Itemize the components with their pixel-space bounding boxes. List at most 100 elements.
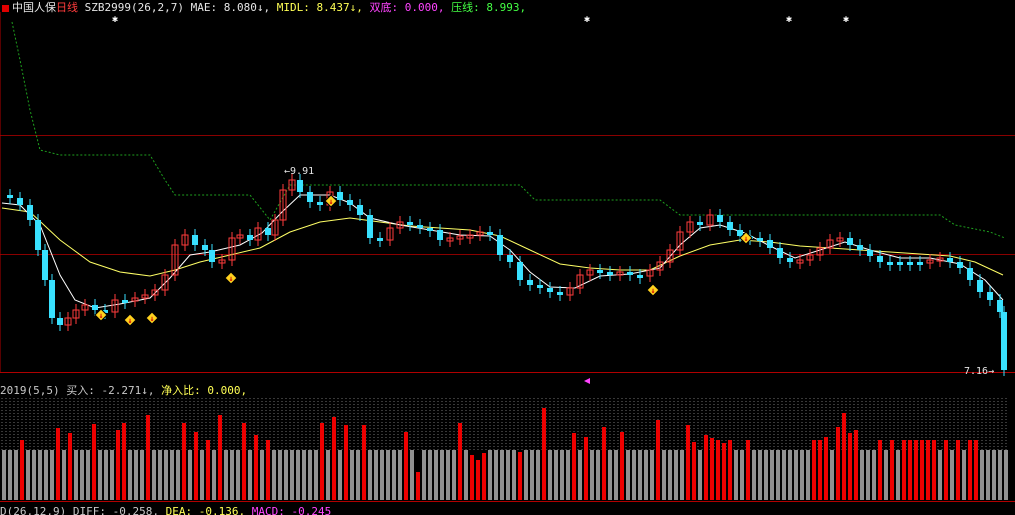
volume-bar: [722, 443, 726, 500]
volume-bar: [332, 417, 336, 500]
volume-bar: [104, 450, 108, 500]
candle-body: [49, 280, 55, 318]
volume-bar: [416, 472, 420, 500]
volume-bar: [530, 450, 534, 500]
volume-bar: [584, 437, 588, 500]
volume-bar: [632, 450, 636, 500]
volume-bar: [470, 455, 474, 500]
volume-bar: [350, 450, 354, 500]
candle-body: [957, 262, 963, 268]
volume-bar: [320, 423, 324, 500]
volume-bar: [68, 433, 72, 500]
volume-bar: [86, 450, 90, 500]
volume-bar: [560, 450, 564, 500]
candlestick-chart[interactable]: ✱ ✱ ✱ ✱ ↓ ↓ ↓ ↓ ↓ ↓ ↓: [0, 0, 1015, 515]
candle-body: [967, 268, 973, 280]
candle-body: [487, 232, 493, 235]
volume-bar: [284, 450, 288, 500]
low-price-label: 7.16→: [964, 366, 995, 377]
buy-signal-glyph: ↓: [229, 274, 234, 283]
volume-bar: [974, 440, 978, 500]
volume-bar: [356, 450, 360, 500]
volume-bar: [482, 453, 486, 500]
sub-indicator-name[interactable]: 2019(5,5): [0, 384, 60, 397]
candle-body: [337, 192, 343, 200]
volume-bar: [794, 450, 798, 500]
volume-bar: [302, 450, 306, 500]
candle-body: [42, 250, 48, 280]
volume-bar: [410, 450, 414, 500]
volume-bar: [650, 450, 654, 500]
volume-bar: [776, 450, 780, 500]
candle-body: [627, 272, 633, 275]
candle-body: [507, 255, 513, 262]
volume-bar: [536, 450, 540, 500]
volume-bar: [566, 450, 570, 500]
volume-bar: [62, 450, 66, 500]
volume-bar: [254, 435, 258, 500]
volume-bar: [434, 450, 438, 500]
volume-bar: [890, 440, 894, 500]
volume-bar: [770, 450, 774, 500]
volume-bar: [146, 415, 150, 500]
candle-body: [297, 180, 303, 192]
volume-bar: [896, 450, 900, 500]
candle-body: [767, 240, 773, 248]
volume-bar: [14, 450, 18, 500]
candle-body: [607, 272, 613, 275]
volume-bar: [188, 450, 192, 500]
volume-bar: [692, 442, 696, 500]
volume-bar: [488, 450, 492, 500]
volume-bar: [644, 450, 648, 500]
candle-body: [527, 280, 533, 285]
volume-bar: [620, 432, 624, 500]
candle-body: [92, 305, 98, 310]
volume-bar: [266, 440, 270, 500]
volume-bar: [476, 460, 480, 500]
candle-body: [417, 225, 423, 228]
volume-bar: [998, 450, 1002, 500]
candle-body: [737, 230, 743, 236]
candle-body: [317, 202, 323, 205]
candle-body: [597, 270, 603, 273]
volume-bar: [746, 440, 750, 500]
volume-bar: [134, 450, 138, 500]
volume-bar: [812, 440, 816, 500]
volume-bar: [2, 450, 6, 500]
volume-bar: [170, 450, 174, 500]
volume-bar: [710, 438, 714, 500]
macd-indicator-name[interactable]: D(26,12,9): [0, 505, 66, 515]
volume-bar: [176, 450, 180, 500]
volume-bar: [968, 440, 972, 500]
dea-value: -0.136: [198, 505, 239, 515]
volume-bar: [818, 440, 822, 500]
volume-bar: [908, 440, 912, 500]
volume-bar: [44, 450, 48, 500]
candle-body: [537, 285, 543, 288]
volume-bar: [674, 450, 678, 500]
candle-body: [897, 262, 903, 265]
volume-bar: [308, 450, 312, 500]
volume-bar: [206, 440, 210, 500]
volume-bar: [524, 450, 528, 500]
volume-bar: [668, 450, 672, 500]
buy-down-arrow-icon: ↓: [141, 384, 148, 397]
volume-bar: [272, 450, 276, 500]
volume-bar: [242, 423, 246, 500]
candle-body: [857, 245, 863, 250]
volume-bar: [74, 450, 78, 500]
volume-bar: [950, 450, 954, 500]
volume-bar: [278, 450, 282, 500]
diff-value: -0.258: [112, 505, 153, 515]
volume-bar: [230, 450, 234, 500]
volume-bar: [680, 450, 684, 500]
candle-body: [997, 300, 1003, 312]
volume-bar: [122, 423, 126, 500]
candle-body: [787, 258, 793, 262]
volume-bar: [992, 450, 996, 500]
volume-bar: [542, 408, 546, 500]
volume-bar: [572, 433, 576, 500]
star-marker: ✱: [112, 14, 118, 25]
volume-bar: [152, 450, 156, 500]
volume-bar: [842, 413, 846, 500]
